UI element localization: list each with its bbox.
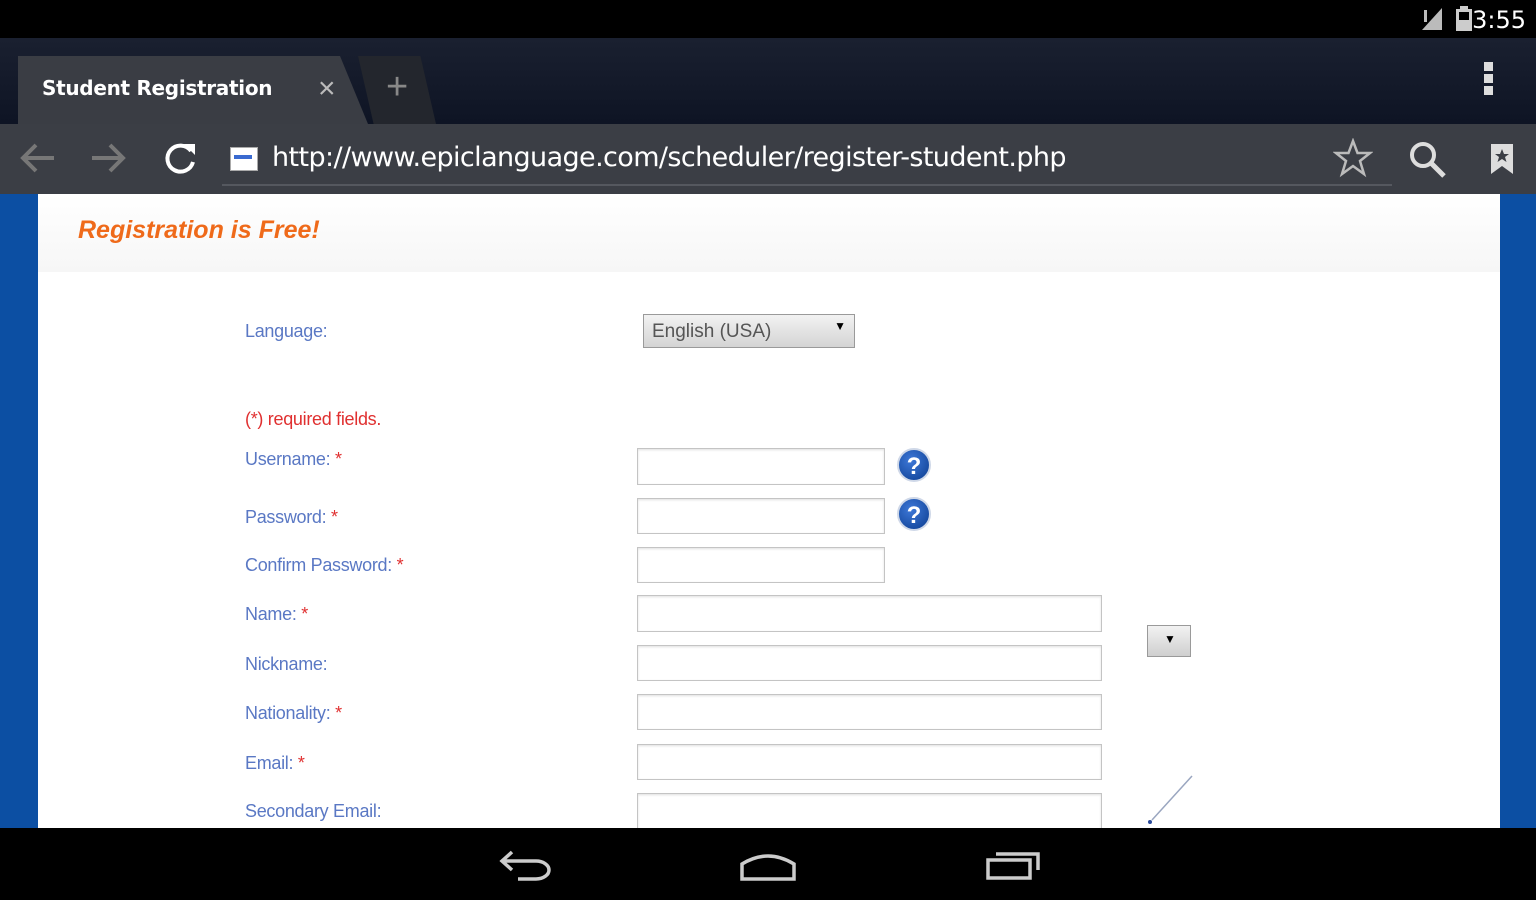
site-favicon-icon [230, 147, 258, 171]
page-content: Registration is Free! Language: English … [38, 194, 1500, 833]
recents-icon[interactable] [984, 848, 1044, 882]
required-note: (*) required fields. [245, 409, 382, 429]
forward-icon[interactable] [88, 138, 128, 178]
status-clock: 3:55 [1472, 6, 1526, 34]
browser-toolbar: http://www.epiclanguage.com/scheduler/re… [0, 124, 1536, 194]
battery-icon [1456, 6, 1472, 31]
dropdown-select[interactable]: ▼ [1147, 625, 1191, 657]
status-bar: 3:55 [0, 0, 1536, 38]
password-label: Password: * [245, 507, 338, 527]
new-tab-button[interactable]: + [358, 56, 436, 124]
language-value: English (USA) [652, 321, 772, 342]
name-label: Name: * [245, 604, 308, 624]
username-help-icon[interactable]: ? [897, 448, 931, 482]
language-label: Language: [245, 321, 328, 341]
drawing-line-icon [1148, 775, 1193, 824]
signal-icon [1422, 8, 1442, 30]
secondary-email-label: Secondary Email: [245, 801, 382, 821]
language-select[interactable]: English (USA) ▼ [643, 314, 855, 348]
password-input[interactable] [637, 498, 885, 534]
system-nav-bar [0, 828, 1536, 900]
nationality-label: Nationality: * [245, 703, 342, 723]
dropdown-arrow-icon: ▼ [834, 319, 846, 333]
bookmark-icon[interactable] [1488, 142, 1516, 176]
page-heading: Registration is Free! [78, 216, 320, 244]
secondary-email-input[interactable] [637, 793, 1102, 833]
back-icon[interactable] [18, 138, 58, 178]
nav-back-icon[interactable] [498, 848, 554, 882]
home-icon[interactable] [738, 850, 798, 882]
reload-icon[interactable] [160, 138, 200, 178]
confirm-password-input[interactable] [637, 547, 885, 583]
nickname-label: Nickname: [245, 654, 328, 674]
password-help-icon[interactable]: ? [897, 497, 931, 531]
email-input[interactable] [637, 744, 1102, 780]
dropdown-arrow-icon: ▼ [1164, 632, 1176, 646]
email-label: Email: * [245, 753, 305, 773]
name-input[interactable] [637, 595, 1102, 632]
nationality-input[interactable] [637, 694, 1102, 730]
star-icon[interactable] [1333, 138, 1373, 178]
nickname-input[interactable] [637, 645, 1102, 681]
username-input[interactable] [637, 448, 885, 485]
overflow-menu-icon[interactable] [1478, 62, 1498, 102]
search-icon[interactable] [1408, 140, 1448, 180]
url-text[interactable]: http://www.epiclanguage.com/scheduler/re… [272, 142, 1067, 173]
plus-icon: + [386, 66, 409, 108]
username-label: Username: * [245, 449, 342, 469]
confirm-password-label: Confirm Password: * [245, 555, 404, 575]
close-tab-icon[interactable]: × [318, 74, 336, 104]
address-bar[interactable]: http://www.epiclanguage.com/scheduler/re… [222, 132, 1392, 186]
web-page: Registration is Free! Language: English … [0, 194, 1536, 833]
tab-student-registration[interactable]: Student Registration × [18, 56, 368, 124]
tab-strip: Student Registration × + [0, 38, 1536, 124]
tab-title: Student Registration [42, 76, 273, 100]
header-band: Registration is Free! [38, 194, 1500, 272]
